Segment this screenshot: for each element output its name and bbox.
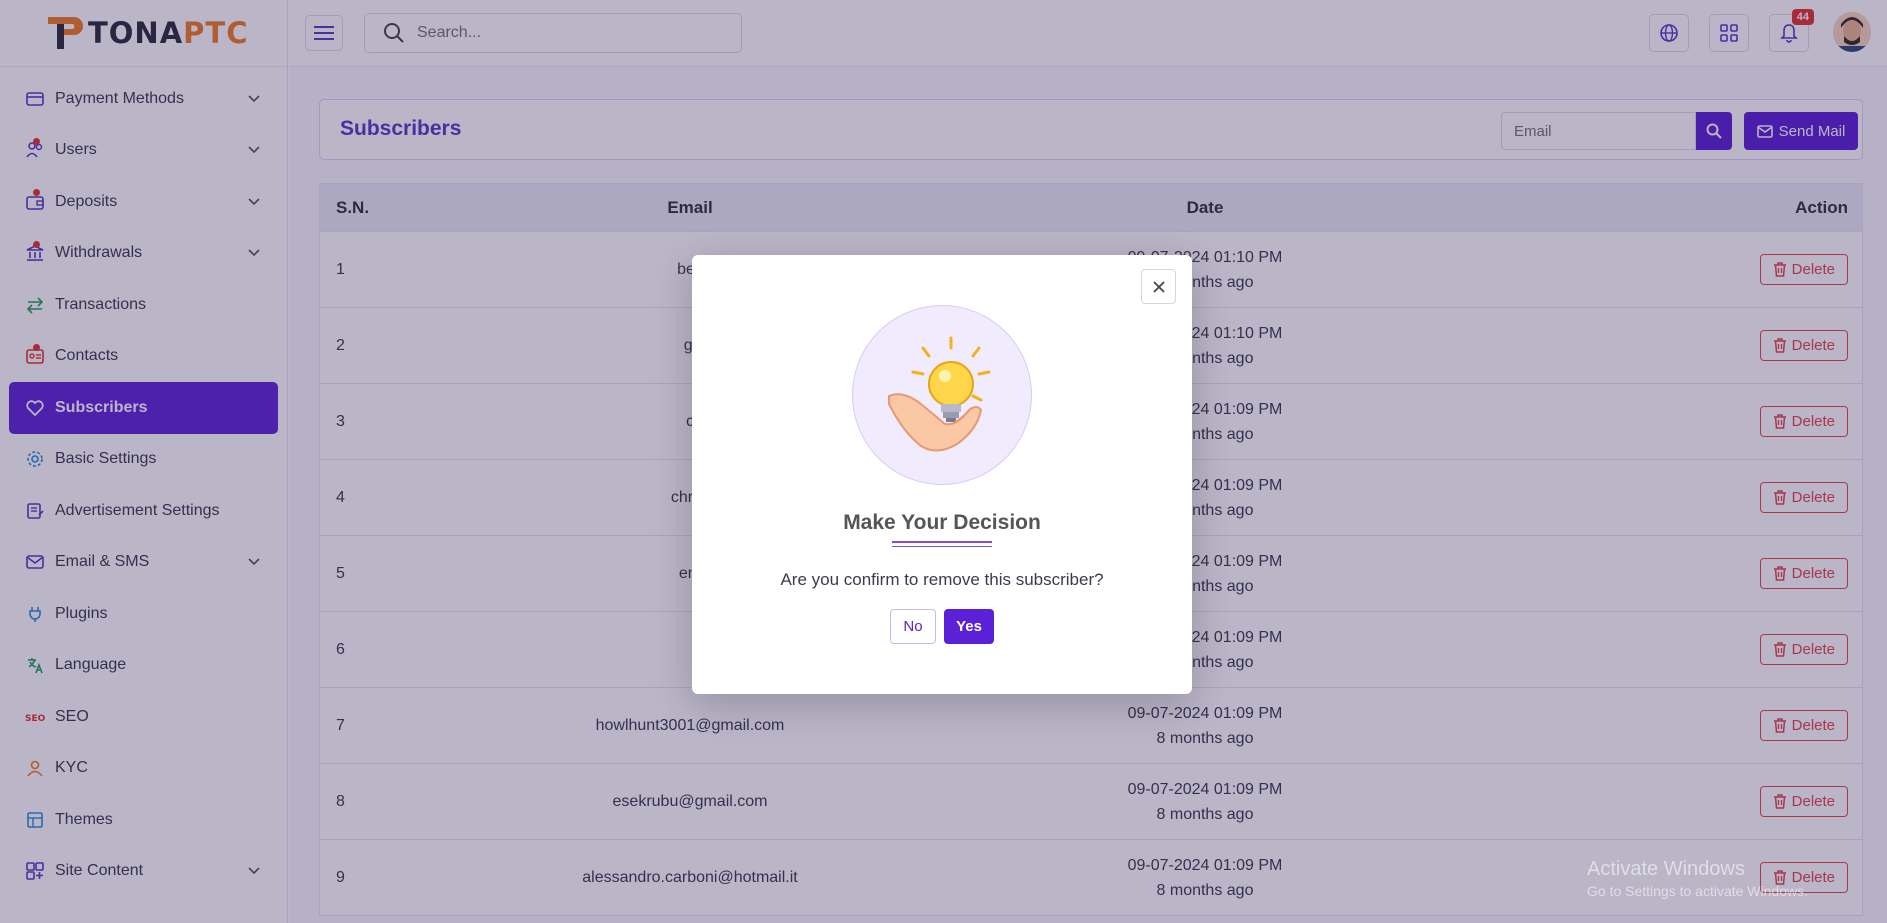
watermark-subtitle: Go to Settings to activate Windows. [1587, 883, 1808, 899]
close-button[interactable] [1141, 269, 1176, 304]
dialog-message: Are you confirm to remove this subscribe… [780, 570, 1104, 589]
title-underline [892, 541, 992, 547]
activation-watermark: Activate Windows Go to Settings to activ… [1587, 858, 1808, 899]
watermark-title: Activate Windows [1587, 858, 1745, 880]
confirm-dialog: Make Your Decision Are you confirm to re… [692, 255, 1192, 694]
close-icon [1152, 280, 1165, 293]
no-button[interactable]: No [890, 609, 936, 644]
decision-illustration [852, 305, 1032, 485]
yes-button[interactable]: Yes [944, 609, 994, 644]
lightbulb-hand-icon [888, 336, 991, 452]
dialog-title: Make Your Decision [843, 511, 1041, 534]
